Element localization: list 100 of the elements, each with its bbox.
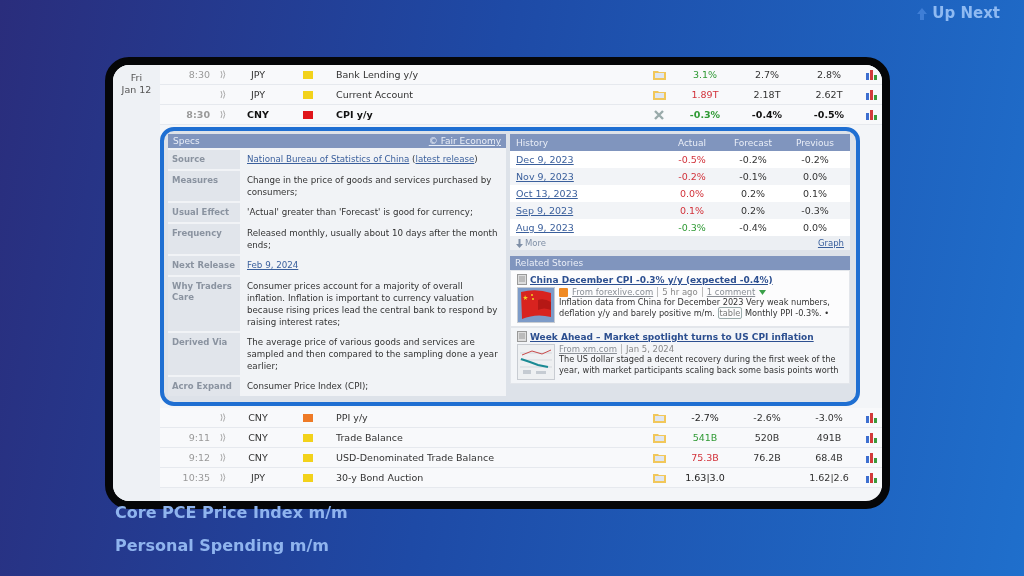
forecast-cell-text: -0.4% — [738, 222, 768, 233]
sound-icon — [220, 70, 226, 79]
actual-value: 0.0% — [679, 189, 705, 199]
spec-label: Usual Effect — [168, 203, 240, 222]
calendar-row[interactable]: 9:12 CNY USD-Denominated Trade Balance 75.3B 76.2B 68.4B — [160, 448, 882, 468]
column-header: History — [516, 137, 550, 148]
sound-icon — [220, 433, 226, 442]
currency-cell-text: JPY — [249, 69, 267, 80]
actual-value: 1.63|3.0 — [685, 472, 725, 483]
sound-icon — [220, 413, 226, 422]
calendar-row[interactable]: JPY Current Account 1.89T 2.18T 2.62T — [160, 85, 882, 105]
spec-label: Measures — [168, 171, 240, 201]
time-cell-text: 9:12 — [187, 452, 210, 463]
background-event-label: Personal Spending m/m — [115, 536, 330, 555]
time-cell-text: 8:30 — [187, 69, 210, 80]
event-cell-text: Trade Balance — [336, 432, 404, 443]
document-icon — [517, 274, 527, 285]
time-cell-text: 8:30 — [185, 109, 210, 120]
story-headline-link[interactable]: China December CPI -0.3% y/y (expected -0.4%) — [530, 274, 773, 285]
related-stories-header: Related Stories — [510, 256, 850, 270]
actual-value: -0.5% — [678, 155, 706, 165]
actual-value: 1.89T — [691, 89, 719, 100]
forecast-cell-text: 0.2% — [739, 205, 767, 216]
bar-chart-icon[interactable] — [865, 452, 877, 463]
calendar-row[interactable]: 8:30 CNY CPI y/y -0.3% -0.4% -0.5% — [160, 105, 882, 125]
story-time: Jan 5, 2024 — [620, 344, 675, 354]
previous-cell-text: -3.0% — [814, 412, 844, 423]
bar-chart-icon[interactable] — [865, 472, 877, 483]
previous-cell-text: -0.2% — [800, 154, 830, 165]
close-icon[interactable] — [654, 109, 664, 120]
story-summary: The US dollar staged a decent recovery during the first week of the year, with market participants scaling back some basis points worth — [559, 354, 840, 376]
sound-icon — [220, 90, 226, 99]
calendar-row[interactable]: 9:11 CNY Trade Balance 541B 520B 491B — [160, 428, 882, 448]
event-cell-text: Current Account — [336, 89, 415, 100]
actual-value: -0.3% — [678, 223, 706, 233]
feed-icon — [559, 287, 568, 297]
actual-value: 541B — [692, 432, 718, 443]
spec-value: Change in the price of goods and services purchased by consumers; — [246, 174, 493, 199]
bar-chart-icon[interactable] — [865, 412, 877, 423]
spec-value: 'Actual' greater than 'Forecast' is good for currency; — [246, 206, 474, 219]
spec-link[interactable]: Feb 9, 2024 — [247, 260, 299, 270]
previous-cell-text: -0.5% — [812, 109, 846, 120]
specs-title: Specs — [173, 136, 200, 146]
sound-icon — [220, 473, 226, 482]
previous-cell-text: 0.1% — [801, 188, 829, 199]
spec-label: Why Traders Care — [168, 277, 240, 331]
previous-cell-text: 1.62|2.6 — [808, 472, 850, 483]
previous-cell-text: 68.4B — [814, 452, 844, 463]
spec-value: Released monthly, usually about 10 days after the month ends; — [246, 227, 499, 252]
story-headline-link[interactable]: Week Ahead – Market spotlight turns to US CPI inflation — [530, 331, 814, 342]
event-cell-text: PPI y/y — [336, 412, 369, 423]
currency-cell-text: CNY — [247, 452, 269, 463]
column-header: Forecast — [732, 137, 774, 148]
bar-chart-icon[interactable] — [865, 109, 877, 120]
sound-icon — [220, 110, 226, 119]
bar-chart-icon[interactable] — [865, 432, 877, 443]
history-date-link[interactable]: Nov 9, 2023 — [516, 171, 662, 182]
story-summary: Inflation data from China for December 2023 Very weak numbers, deflation y/y and barely positive m/m. table Monthly PPI -0.3%. • — [559, 297, 831, 319]
forecast-cell-text: 0.2% — [739, 188, 767, 199]
graph-link[interactable]: Graph — [817, 238, 844, 248]
history-date-link[interactable]: Sep 9, 2023 — [516, 205, 662, 216]
currency-cell-text: JPY — [249, 89, 267, 100]
bar-chart-icon[interactable] — [865, 69, 877, 80]
calendar-row[interactable]: 10:35 JPY 30-y Bond Auction 1.63|3.0 1.62|2.6 — [160, 468, 882, 488]
actual-value: -0.2% — [678, 172, 706, 182]
history-date-link[interactable]: Dec 9, 2023 — [516, 154, 662, 165]
column-header: Previous — [794, 137, 835, 148]
actual-value: -2.7% — [691, 412, 719, 423]
previous-cell-text: 491B — [815, 432, 843, 443]
history-date-link[interactable]: Aug 9, 2023 — [516, 222, 662, 233]
currency-cell-text: JPY — [249, 472, 267, 483]
story-time: 5 hr ago — [657, 287, 698, 297]
arrow-down-icon — [516, 238, 523, 248]
previous-cell-text: -0.3% — [800, 205, 830, 216]
history-date-link[interactable]: Oct 13, 2023 — [516, 188, 662, 199]
currency-cell-text: CNY — [247, 412, 269, 423]
calendar-row[interactable]: CNY PPI y/y -2.7% -2.6% -3.0% — [160, 408, 882, 428]
background-event-label: Core PCE Price Index m/m — [115, 503, 349, 522]
time-cell-text: 10:35 — [181, 472, 210, 483]
actual-value: 0.1% — [679, 206, 705, 216]
forecast-cell-text: 520B — [753, 432, 781, 443]
bar-chart-icon[interactable] — [865, 89, 877, 100]
calendar-row[interactable]: 8:30 JPY Bank Lending y/y 3.1% 2.7% 2.8% — [160, 65, 882, 85]
previous-cell-text: 2.62T — [814, 89, 844, 100]
spec-value: National Bureau of Statistics of China (latest release) — [246, 153, 479, 166]
previous-cell-text: 0.0% — [801, 222, 829, 233]
spec-link[interactable]: National Bureau of Statistics of China — [247, 154, 410, 164]
spec-value: Consumer prices account for a majority of overall inflation. Inflation is important to currency valuation because rising prices lead the central bank to respond by raising interest rates; — [246, 280, 499, 329]
arrow-up-icon — [917, 8, 928, 20]
spec-label: Source — [168, 150, 240, 169]
currency-cell-text: CNY — [246, 109, 270, 120]
spec-value: Consumer Price Index (CPI); — [246, 380, 370, 393]
caret-icon[interactable] — [759, 289, 767, 295]
document-icon — [517, 331, 527, 342]
up-next-label: Up Next — [932, 4, 1000, 22]
forecast-cell-text: 76.2B — [752, 452, 782, 463]
forecast-cell-text: -0.2% — [738, 154, 768, 165]
spec-label: Derived Via — [168, 333, 240, 375]
forecast-cell-text: -0.1% — [738, 171, 768, 182]
forecast-cell-text: -2.6% — [752, 412, 782, 423]
